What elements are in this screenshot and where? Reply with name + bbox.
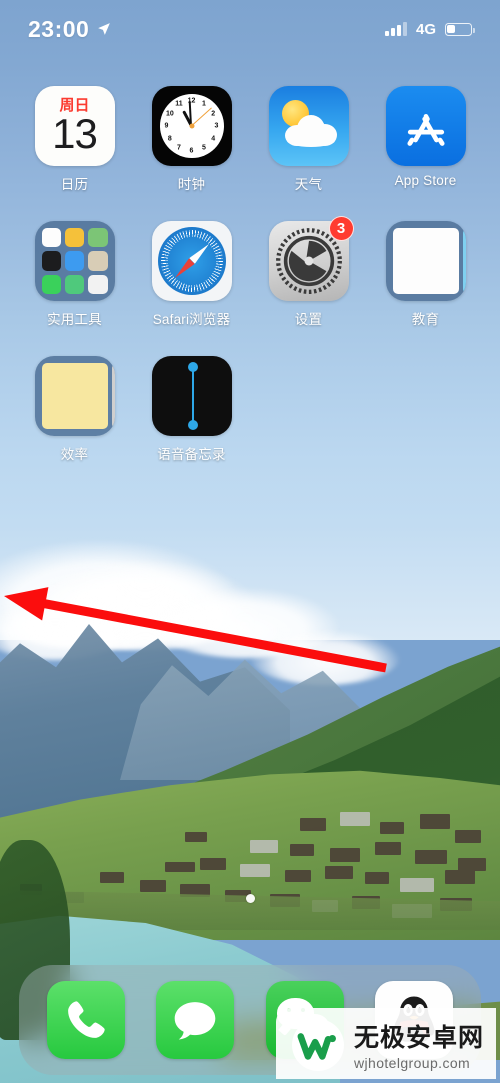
app-icon-folder-productivity[interactable]: 效率 <box>16 356 133 463</box>
voice-memos-icon-wrap[interactable] <box>151 356 232 436</box>
clock-center-pin <box>189 123 194 129</box>
clock-number: 12 <box>187 97 196 105</box>
clock-number: 11 <box>175 100 183 108</box>
playhead-bottom-handle <box>187 420 198 430</box>
clock-second-hand <box>191 107 213 127</box>
clock-number: 1 <box>202 100 206 108</box>
app-label-voice-memos: 语音备忘录 <box>157 447 226 462</box>
dock-app-messages[interactable] <box>156 981 235 1059</box>
folder-mini-icon <box>64 274 85 295</box>
folder-mini-icon <box>41 274 61 295</box>
watermark: 无极安卓网 wjhotelgroup.com <box>275 1008 496 1079</box>
playhead-top-handle <box>187 362 198 372</box>
home-screen: 23:00 4G 周日 13 日历 1 2 3 4 5 6 7 8 9 10 1… <box>0 0 500 1083</box>
app-label-folder-productivity: 效率 <box>60 447 89 462</box>
clock-icon-wrap[interactable]: 1 2 3 4 5 6 7 8 9 10 11 12 <box>151 86 232 166</box>
folder-mini-icon <box>41 363 108 429</box>
safari-icon[interactable] <box>151 221 232 301</box>
clock-number: 5 <box>202 144 206 152</box>
clock-number: 2 <box>211 110 216 117</box>
folder-mini-icon <box>88 228 108 248</box>
folder-mini-icon <box>88 274 108 295</box>
clock-number: 3 <box>214 122 219 130</box>
folder-utilities-icon-wrap[interactable] <box>34 221 115 301</box>
clock-number: 9 <box>164 122 169 130</box>
folder-mini-icon <box>41 228 61 248</box>
app-icon-folder-utilities[interactable]: 实用工具 <box>16 221 133 328</box>
app-label-folder-education: 教育 <box>411 312 440 327</box>
app-icon-calendar[interactable]: 周日 13 日历 <box>16 86 133 193</box>
messages-icon <box>174 1002 216 1040</box>
folder-mini-icon <box>64 228 85 248</box>
clock-number: 7 <box>177 144 181 152</box>
watermark-title: 无极安卓网 <box>353 1024 484 1052</box>
dock-app-phone[interactable] <box>46 981 125 1059</box>
folder-mini-icon <box>88 251 108 271</box>
app-icon-folder-education[interactable]: 教育 <box>367 221 484 328</box>
status-bar-clock: 23:00 <box>28 15 90 42</box>
calendar-icon-wrap[interactable]: 周日 13 <box>34 86 115 166</box>
app-label-app-store: App Store <box>394 173 457 188</box>
app-store-a-glyph <box>406 114 445 146</box>
network-type-label: 4G <box>415 20 436 38</box>
calendar-icon[interactable]: 周日 13 <box>34 86 115 166</box>
app-label-folder-utilities: 实用工具 <box>47 312 102 327</box>
folder-mini-icon <box>64 251 85 271</box>
cloud-icon <box>284 113 337 147</box>
status-bar-left: 23:00 <box>28 16 111 43</box>
battery-icon <box>445 22 475 36</box>
app-grid: 周日 13 日历 1 2 3 4 5 6 7 8 9 10 11 12 时钟 天… <box>0 86 500 463</box>
settings-icon-wrap[interactable]: 3 <box>268 216 354 301</box>
clock-face: 1 2 3 4 5 6 7 8 9 10 11 12 <box>159 94 224 158</box>
app-icon-app-store[interactable]: App Store <box>367 86 484 193</box>
app-label-safari: Safari浏览器 <box>152 312 231 327</box>
app-label-settings: 设置 <box>294 312 323 327</box>
clock-number: 4 <box>211 135 216 142</box>
location-arrow-icon <box>98 23 111 35</box>
folder-icon[interactable] <box>34 221 115 301</box>
clock-minute-hand <box>189 100 193 127</box>
folder-icon[interactable] <box>34 356 115 436</box>
phone-icon <box>67 1001 105 1038</box>
w-logo-icon <box>291 1018 344 1071</box>
signal-bars-icon <box>384 22 407 36</box>
watermark-text: 无极安卓网 wjhotelgroup.com <box>354 1018 484 1071</box>
clock-number: 10 <box>165 110 174 117</box>
clock-icon[interactable]: 1 2 3 4 5 6 7 8 9 10 11 12 <box>151 86 232 166</box>
folder-mini-icon <box>462 228 466 294</box>
status-bar-right: 4G <box>384 20 475 38</box>
weather-icon[interactable] <box>268 86 349 166</box>
folder-mini-icon <box>111 363 115 429</box>
app-icon-voice-memos[interactable]: 语音备忘录 <box>133 356 250 463</box>
app-icon-clock[interactable]: 1 2 3 4 5 6 7 8 9 10 11 12 时钟 <box>133 86 250 193</box>
app-label-weather: 天气 <box>294 177 323 192</box>
folder-education-icon-wrap[interactable] <box>385 221 466 301</box>
status-badge: 3 <box>328 216 354 241</box>
folder-icon[interactable] <box>385 221 466 301</box>
safari-icon-wrap[interactable] <box>151 221 232 301</box>
voice-memos-icon[interactable] <box>151 356 232 436</box>
app-label-clock: 时钟 <box>177 177 206 192</box>
calendar-day: 13 <box>52 110 98 158</box>
watermark-url: wjhotelgroup.com <box>353 1055 471 1071</box>
app-icon-weather[interactable]: 天气 <box>250 86 367 193</box>
app-store-icon-wrap[interactable] <box>385 86 466 166</box>
folder-mini-icon <box>41 251 61 271</box>
app-icon-settings[interactable]: 3 设置 <box>250 216 367 328</box>
playhead-line <box>191 364 195 428</box>
clock-number: 6 <box>189 147 194 155</box>
weather-icon-wrap[interactable] <box>268 86 349 166</box>
folder-productivity-icon-wrap[interactable] <box>34 356 115 436</box>
page-dot-active[interactable] <box>245 894 255 903</box>
safari-compass-dial <box>157 227 226 295</box>
folder-mini-icon <box>392 228 459 294</box>
app-label-calendar: 日历 <box>60 177 89 192</box>
status-bar: 23:00 4G <box>0 0 500 58</box>
app-store-icon[interactable] <box>385 86 466 166</box>
page-indicator[interactable] <box>0 894 500 903</box>
clock-number: 8 <box>167 135 172 142</box>
app-icon-safari[interactable]: Safari浏览器 <box>133 221 250 328</box>
